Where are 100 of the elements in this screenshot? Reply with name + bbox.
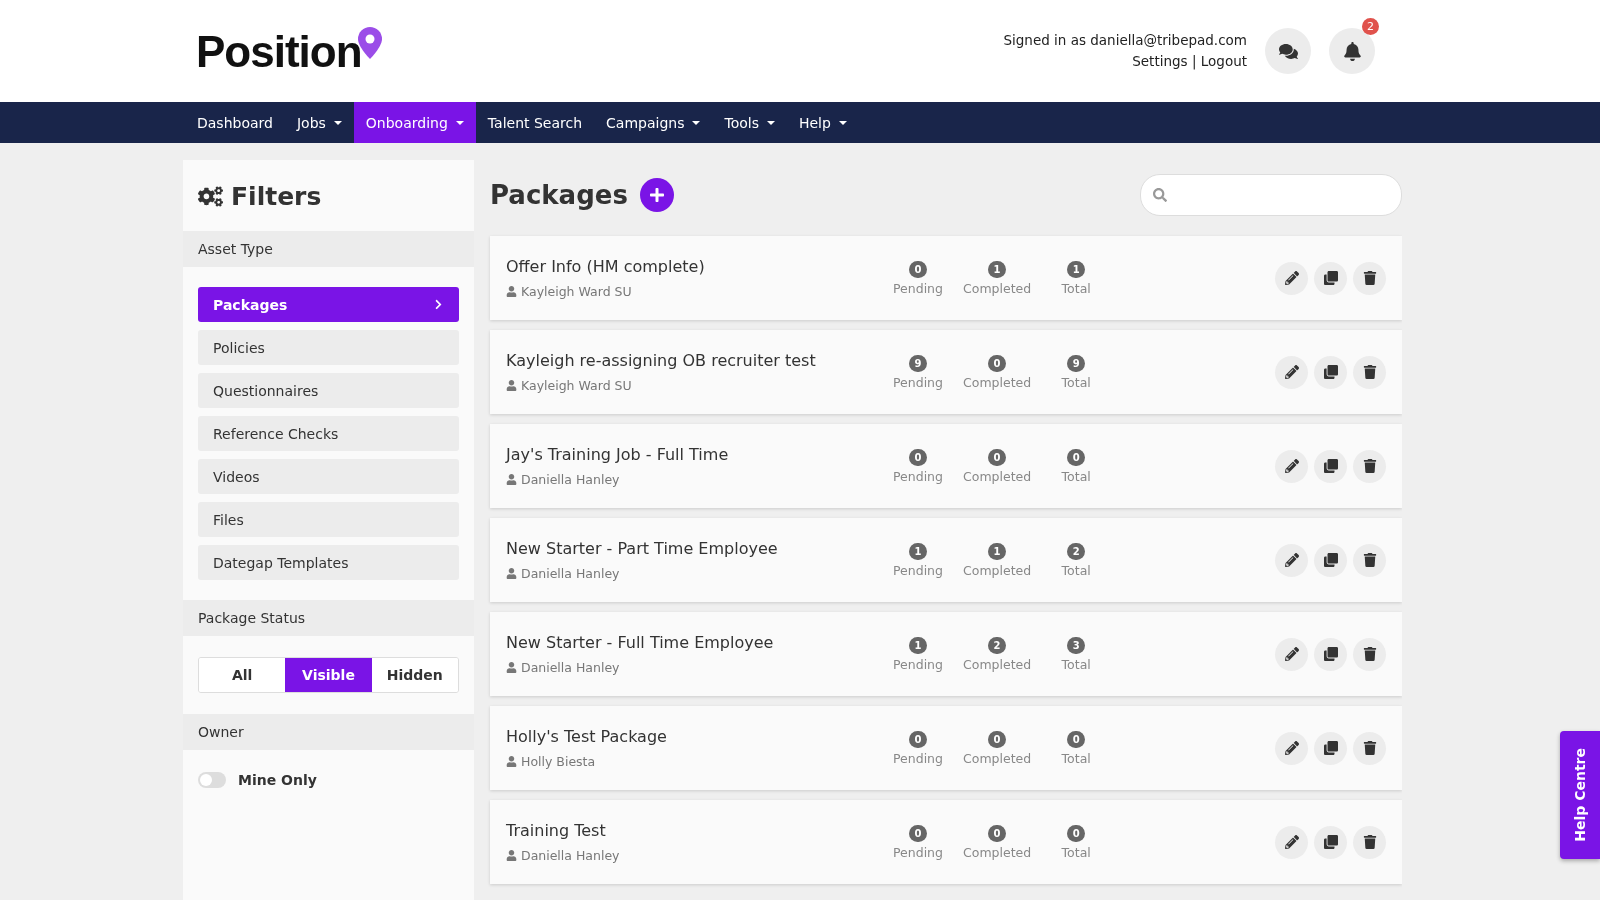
- trash-icon: [1362, 835, 1377, 849]
- stat-label: Total: [1061, 750, 1091, 766]
- copy-icon: [1323, 271, 1338, 285]
- package-owner: Daniella Hanley: [521, 660, 620, 675]
- search-icon: [1153, 188, 1167, 202]
- edit-button[interactable]: [1275, 825, 1308, 859]
- bell-icon: [1342, 41, 1362, 61]
- status-option[interactable]: All: [199, 658, 286, 692]
- packages-title: Packages: [490, 180, 628, 210]
- count-badge: 9: [1067, 354, 1086, 372]
- count-badge: 1: [909, 636, 927, 654]
- duplicate-button[interactable]: [1314, 261, 1347, 295]
- chat-icon: [1278, 41, 1298, 61]
- count-badge: 1: [909, 542, 927, 560]
- person-icon: [506, 568, 517, 579]
- duplicate-button[interactable]: [1314, 825, 1347, 859]
- package-name: Offer Info (HM complete): [506, 257, 706, 276]
- nav-item[interactable]: Campaigns: [594, 102, 713, 143]
- asset-type-item[interactable]: Policies: [198, 330, 459, 365]
- filters-title: Filters: [231, 182, 322, 211]
- gears-icon: [198, 184, 223, 209]
- copy-icon: [1323, 553, 1338, 567]
- package-owner: Daniella Hanley: [521, 472, 620, 487]
- copy-icon: [1323, 835, 1338, 849]
- delete-button[interactable]: [1353, 731, 1386, 765]
- edit-button[interactable]: [1275, 731, 1308, 765]
- trash-icon: [1362, 647, 1377, 661]
- help-centre-tab[interactable]: Help Centre: [1560, 731, 1600, 859]
- plus-icon: [648, 187, 665, 203]
- count-badge: 0: [988, 354, 1007, 372]
- duplicate-button[interactable]: [1314, 449, 1347, 483]
- logout-link[interactable]: Logout: [1200, 53, 1247, 69]
- nav-item[interactable]: Jobs: [284, 102, 354, 143]
- stat-label: Total: [1061, 280, 1091, 296]
- count-badge: 1: [1067, 260, 1086, 278]
- delete-button[interactable]: [1353, 261, 1386, 295]
- trash-icon: [1362, 365, 1377, 379]
- delete-button[interactable]: [1353, 825, 1386, 859]
- nav-item[interactable]: Help: [786, 102, 859, 143]
- copy-icon: [1323, 647, 1338, 661]
- chevron-icon: [433, 299, 444, 310]
- nav-item[interactable]: Onboarding: [353, 102, 476, 143]
- mine-only-toggle[interactable]: [198, 772, 226, 788]
- package-owner: Kayleigh Ward SU: [521, 284, 632, 299]
- count-badge: 0: [1067, 448, 1086, 466]
- chat-button[interactable]: [1265, 28, 1311, 74]
- delete-button[interactable]: [1353, 355, 1386, 389]
- stat-label: Completed: [963, 562, 1032, 578]
- copy-icon: [1323, 459, 1338, 473]
- caret-icon: [333, 120, 342, 125]
- delete-button[interactable]: [1353, 449, 1386, 483]
- status-option[interactable]: Visible: [285, 658, 372, 692]
- settings-link[interactable]: Settings: [1132, 53, 1188, 69]
- package-owner: Holly Biesta: [521, 754, 596, 769]
- duplicate-button[interactable]: [1314, 731, 1347, 765]
- person-icon: [506, 380, 517, 391]
- delete-button[interactable]: [1353, 543, 1386, 577]
- edit-button[interactable]: [1275, 261, 1308, 295]
- logo[interactable]: Position: [196, 25, 382, 77]
- edit-button[interactable]: [1275, 355, 1308, 389]
- notifications-button[interactable]: [1329, 28, 1375, 74]
- stat-label: Completed: [963, 656, 1032, 672]
- asset-type-item[interactable]: Questionnaires: [198, 373, 459, 408]
- stat-label: Completed: [963, 468, 1032, 484]
- edit-button[interactable]: [1275, 543, 1308, 577]
- toggle-label: Mine Only: [238, 772, 317, 788]
- duplicate-button[interactable]: [1314, 637, 1347, 671]
- status-option[interactable]: Hidden: [371, 658, 458, 692]
- section-label: Package Status: [183, 600, 474, 636]
- stat-label: Total: [1061, 844, 1091, 860]
- stat-label: Total: [1061, 374, 1091, 390]
- add-button[interactable]: [639, 178, 674, 212]
- count-badge: 9: [909, 354, 927, 372]
- package-name: Training Test: [506, 821, 607, 840]
- delete-button[interactable]: [1353, 637, 1386, 671]
- stat-label: Pending: [893, 750, 943, 766]
- duplicate-button[interactable]: [1314, 543, 1347, 577]
- count-badge: 2: [988, 636, 1007, 654]
- asset-type-item[interactable]: Packages: [198, 287, 459, 322]
- asset-type-item[interactable]: Files: [198, 502, 459, 537]
- duplicate-button[interactable]: [1314, 355, 1347, 389]
- edit-button[interactable]: [1275, 637, 1308, 671]
- stat-label: Pending: [893, 562, 943, 578]
- stat-label: Total: [1061, 562, 1091, 578]
- count-badge: 0: [909, 730, 927, 748]
- stat-label: Completed: [963, 374, 1032, 390]
- person-icon: [506, 850, 517, 861]
- package-name: New Starter - Full Time Employee: [506, 633, 775, 652]
- nav-item[interactable]: Talent Search: [475, 102, 595, 143]
- caret-icon: [766, 120, 775, 125]
- nav-item[interactable]: Tools: [712, 102, 787, 143]
- asset-type-item[interactable]: Videos: [198, 459, 459, 494]
- search-field[interactable]: [1140, 174, 1402, 216]
- asset-type-item[interactable]: Reference Checks: [198, 416, 459, 451]
- edit-button[interactable]: [1275, 449, 1308, 483]
- stat-label: Pending: [893, 280, 943, 296]
- nav-item[interactable]: Dashboard: [185, 102, 285, 143]
- package-name: Holly's Test Package: [506, 727, 668, 746]
- asset-type-item[interactable]: Dategap Templates: [198, 545, 459, 580]
- copy-icon: [1323, 741, 1338, 755]
